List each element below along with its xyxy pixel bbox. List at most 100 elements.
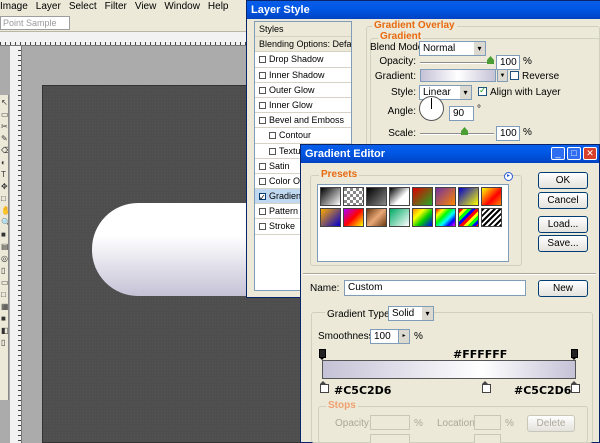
smoothness-stepper[interactable]: ▸ [398, 330, 409, 343]
smoothness-input[interactable]: 100 ▸ [370, 329, 410, 344]
location-input[interactable] [474, 415, 501, 430]
tool-icon-17[interactable]: ▦ [1, 302, 8, 311]
preset-swatch-5[interactable] [412, 187, 433, 206]
gradient-dropdown-arrow[interactable]: ▼ [497, 69, 508, 82]
tool-icon-20[interactable]: ▯ [1, 338, 8, 347]
reverse-checkbox[interactable] [510, 71, 519, 80]
style-list-item-bevel-and-emboss[interactable]: Bevel and Emboss [255, 113, 351, 129]
presets-menu-icon[interactable]: ▸ [504, 172, 513, 181]
menu-window[interactable]: Window [160, 1, 204, 12]
tool-icon-8[interactable]: □ [1, 194, 8, 203]
stop-location-field[interactable] [474, 434, 501, 443]
style-checkbox[interactable] [259, 86, 266, 94]
preset-swatch-16[interactable] [481, 208, 502, 227]
style-checkbox[interactable] [259, 101, 266, 109]
stop-opacity-input[interactable] [370, 415, 410, 430]
style-checkbox[interactable] [259, 193, 266, 201]
preset-swatch-13[interactable] [412, 208, 433, 227]
style-checkbox[interactable] [269, 132, 276, 140]
style-checkbox[interactable] [259, 177, 266, 185]
opacity-slider[interactable] [420, 62, 494, 64]
style-checkbox[interactable] [259, 56, 266, 64]
tool-icon-0[interactable]: ↖ [1, 98, 8, 107]
delete-stop-button[interactable]: Delete [527, 415, 575, 432]
load-button[interactable]: Load... [538, 216, 588, 233]
new-button[interactable]: New [538, 280, 588, 297]
preset-swatch-7[interactable] [458, 187, 479, 206]
tool-icon-2[interactable]: ✂ [1, 122, 8, 131]
style-list-item-outer-glow[interactable]: Outer Glow [255, 83, 351, 98]
style-list-item-blending-options-default[interactable]: Blending Options: Default [255, 37, 351, 53]
tool-icon-1[interactable]: ▭ [1, 110, 8, 119]
tool-icon-4[interactable]: ⌫ [1, 146, 8, 155]
tool-icon-16[interactable]: □ [1, 290, 8, 299]
opacity-input[interactable]: 100 [496, 55, 520, 70]
color-stop-right[interactable] [571, 381, 580, 393]
tool-icon-12[interactable]: ▤ [1, 242, 8, 251]
preset-swatch-1[interactable] [320, 187, 341, 206]
style-checkbox[interactable] [259, 117, 266, 125]
tool-icon-9[interactable]: ✋ [1, 206, 8, 215]
preset-swatch-15[interactable] [458, 208, 479, 227]
tool-icon-10[interactable]: 🔍 [1, 218, 8, 227]
menu-image[interactable]: Image [0, 1, 32, 12]
preset-swatch-11[interactable] [366, 208, 387, 227]
maximize-icon[interactable]: □ [567, 147, 581, 160]
color-stop-mid[interactable] [482, 381, 491, 393]
menu-view[interactable]: View [131, 1, 161, 12]
angle-input[interactable]: 90 [449, 106, 474, 121]
cancel-button[interactable]: Cancel [538, 192, 588, 209]
tool-icon-3[interactable]: ✎ [1, 134, 8, 143]
scale-slider[interactable] [420, 133, 494, 135]
blend-mode-select[interactable]: Normal [419, 41, 486, 56]
style-checkbox[interactable] [259, 71, 266, 79]
tool-icon-5[interactable]: ◐ [1, 158, 8, 167]
minimize-icon[interactable]: _ [551, 147, 565, 160]
preset-swatch-8[interactable] [481, 187, 502, 206]
menu-select[interactable]: Select [65, 1, 101, 12]
close-icon[interactable]: ✕ [583, 147, 597, 160]
tool-icon-7[interactable]: ✥ [1, 182, 8, 191]
preset-swatch-9[interactable] [320, 208, 341, 227]
color-stop-left[interactable] [320, 381, 329, 393]
tool-icon-19[interactable]: ◧ [1, 326, 8, 335]
angle-dial[interactable] [419, 96, 444, 121]
style-checkbox[interactable] [259, 162, 266, 170]
preset-swatch-2[interactable] [343, 187, 364, 206]
style-checkbox[interactable] [259, 223, 266, 231]
opacity-stop-right[interactable] [571, 349, 578, 360]
gradient-preview-bar[interactable] [322, 360, 576, 379]
preset-swatch-6[interactable] [435, 187, 456, 206]
preset-swatch-14[interactable] [435, 208, 456, 227]
preset-swatch-10[interactable] [343, 208, 364, 227]
style-list-item-inner-shadow[interactable]: Inner Shadow [255, 68, 351, 83]
tool-icon-11[interactable]: ■ [1, 230, 8, 239]
gradient-name-input[interactable]: Custom [344, 280, 526, 296]
tool-icon-6[interactable]: T [1, 170, 8, 179]
preset-swatch-12[interactable] [389, 208, 410, 227]
menu-help[interactable]: Help [204, 1, 233, 12]
layer-style-title[interactable]: Layer Style [247, 1, 600, 19]
style-checkbox[interactable] [259, 208, 266, 216]
tool-icon-14[interactable]: ▯ [1, 266, 8, 275]
style-list-item-drop-shadow[interactable]: Drop Shadow [255, 52, 351, 68]
tool-icon-15[interactable]: ▭ [1, 278, 8, 287]
menu-filter[interactable]: Filter [101, 1, 131, 12]
style-list-item-styles[interactable]: Styles [255, 22, 351, 38]
gradient-type-select[interactable]: Solid [388, 306, 434, 321]
preset-swatch-3[interactable] [366, 187, 387, 206]
gradient-picker-swatch[interactable] [420, 69, 496, 82]
stop-color-field[interactable] [370, 434, 410, 443]
align-with-layer-checkbox[interactable] [478, 85, 487, 96]
tool-icon-13[interactable]: ◎ [1, 254, 8, 263]
scale-input[interactable]: 100 [496, 126, 520, 141]
sample-size-field[interactable]: Point Sample [0, 16, 70, 30]
style-checkbox[interactable] [269, 147, 276, 155]
style-list-item-contour[interactable]: Contour [255, 128, 351, 144]
save-button[interactable]: Save... [538, 235, 588, 252]
tool-icon-18[interactable]: ■ [1, 314, 8, 323]
preset-swatch-4[interactable] [389, 187, 410, 206]
ok-button[interactable]: OK [538, 172, 588, 189]
menu-layer[interactable]: Layer [32, 1, 65, 12]
style-list-item-inner-glow[interactable]: Inner Glow [255, 98, 351, 114]
